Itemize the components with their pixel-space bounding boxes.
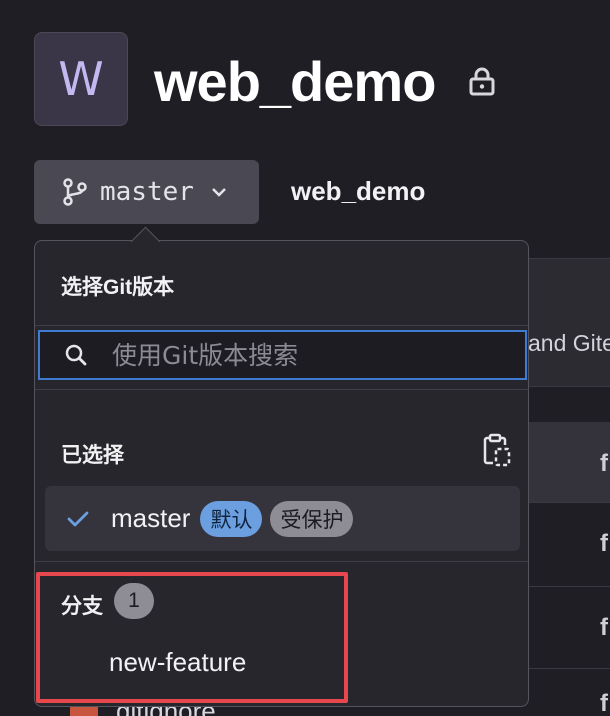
divider (35, 389, 528, 390)
selected-section-title: 已选择 (61, 444, 124, 467)
selected-branch-item[interactable]: master 默认 受保护 (45, 486, 520, 551)
default-badge: 默认 (200, 500, 263, 537)
copy-clipboard-icon[interactable] (483, 433, 511, 467)
divider (528, 586, 610, 587)
chevron-down-icon (212, 188, 226, 197)
search-input[interactable] (110, 339, 525, 371)
project-avatar[interactable]: W (34, 32, 128, 126)
divider (35, 561, 528, 562)
page: W web_demo master web_demo and Gite f f … (0, 0, 610, 716)
dropdown-title: 选择Git版本 (61, 276, 175, 299)
file-table-cell: f (600, 530, 608, 557)
background-panel (528, 258, 610, 386)
divider (528, 502, 610, 503)
branch-dropdown: 选择Git版本 已选择 master 默认 受保护 分支 (34, 240, 529, 707)
divider (528, 668, 610, 669)
check-icon (67, 511, 89, 526)
search-icon (65, 344, 87, 366)
lock-icon (469, 67, 495, 96)
background-partial-text: and Gite (528, 330, 610, 356)
branch-count-badge: 1 (114, 583, 154, 619)
divider (528, 386, 610, 387)
file-table-cell: f (600, 614, 608, 641)
avatar-letter: W (58, 52, 104, 106)
branch-icon (63, 178, 87, 206)
protected-badge: 受保护 (270, 500, 354, 537)
divider (528, 258, 610, 259)
branch-list-item[interactable]: new-feature (109, 647, 246, 678)
file-table-header (528, 422, 610, 502)
breadcrumb-project[interactable]: web_demo (291, 176, 425, 207)
selected-branch-name: master (111, 503, 191, 533)
file-table-cell: f (600, 690, 608, 716)
divider (35, 325, 528, 326)
current-branch-label: master (100, 177, 194, 207)
branch-selector-button[interactable]: master (34, 160, 259, 224)
search-box[interactable] (38, 330, 527, 380)
project-title[interactable]: web_demo (154, 50, 436, 114)
branches-section-title: 分支 (61, 595, 103, 618)
file-table-cell: f (600, 450, 608, 477)
